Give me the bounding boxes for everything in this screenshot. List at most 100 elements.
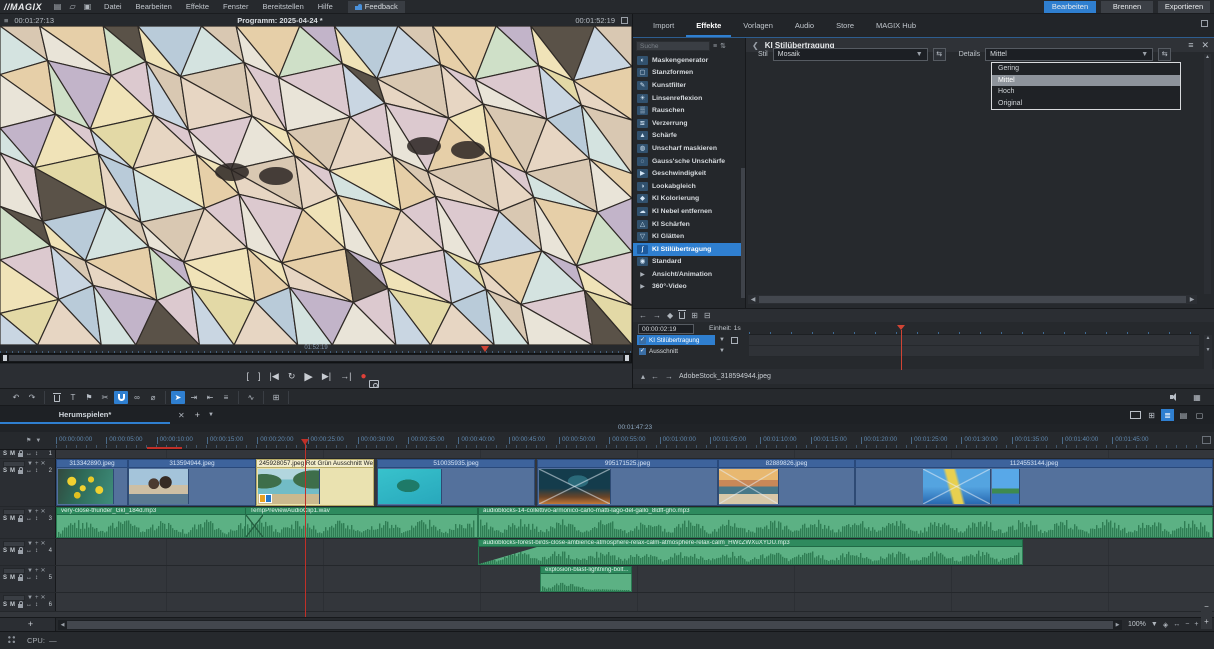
video-clip[interactable]: 313594944.jpeg <box>128 459 256 506</box>
scrub-track[interactable] <box>9 355 623 361</box>
mouse-mode-button[interactable]: ➤ <box>171 391 185 404</box>
range-end-handle[interactable] <box>625 355 629 361</box>
detail-vscrollbar[interactable] <box>1204 54 1211 294</box>
transport-loop-button[interactable]: ↻ <box>288 371 296 382</box>
tab-vorlagen[interactable]: Vorlagen <box>733 17 783 37</box>
edit-mode-button[interactable]: Bearbeiten <box>1044 1 1096 13</box>
lock-icon[interactable] <box>18 577 23 581</box>
video-clip[interactable]: 1124553144.jpeg <box>855 459 1213 506</box>
solo-button[interactable]: S <box>3 548 7 554</box>
timeline-view-button[interactable]: ≣ <box>1161 409 1174 421</box>
track-add-icon[interactable]: + <box>35 509 39 515</box>
effect-item-noise[interactable]: ▒Rauschen <box>633 104 745 117</box>
transport-play-button[interactable]: ▶ <box>304 370 312 383</box>
zoom-fit-icon[interactable]: ↔ <box>1173 621 1180 628</box>
video-clip[interactable]: 245928057.jpeg Rot Grün Ausschnitt We... <box>256 459 374 506</box>
monitor-view-button[interactable] <box>1129 409 1142 421</box>
keyframe-add-keyframe-button[interactable]: ◆ <box>667 311 673 320</box>
menu-item-datei[interactable]: Datei <box>97 0 129 14</box>
mouse-mode-stretch-button[interactable]: ⇤ <box>203 391 217 404</box>
audio-clip[interactable]: explosion-blast-lightning-bolt... <box>540 566 632 592</box>
stil-compare-button[interactable]: ⇆ <box>933 48 946 61</box>
menu-item-bearbeiten[interactable]: Bearbeiten <box>129 0 179 14</box>
burn-mode-button[interactable]: Brennen <box>1101 1 1153 13</box>
mouse-mode-range-button[interactable]: ⇥ <box>187 391 201 404</box>
param-caret-icon[interactable]: ▼ <box>719 348 725 354</box>
range-start-handle[interactable] <box>3 355 7 361</box>
transport-jump-start-button[interactable]: |◀ <box>270 371 279 382</box>
mute-button[interactable]: M <box>10 451 15 457</box>
tab-audio[interactable]: Audio <box>785 17 824 37</box>
expand-arrow-icon[interactable]: ▶ <box>637 283 648 290</box>
track-menu-caret-icon[interactable]: ▼ <box>27 509 33 515</box>
track-name-field[interactable] <box>3 595 25 601</box>
menu-item-effekte[interactable]: Effekte <box>179 0 216 14</box>
track-add-icon[interactable]: + <box>35 568 39 574</box>
track-content-2[interactable]: 313342890.jpeg313594944.jpeg245928057.jp… <box>56 459 1214 506</box>
dropdown-option-original[interactable]: Original <box>992 98 1180 110</box>
hscroll-thumb[interactable] <box>759 296 1186 303</box>
menu-item-fenster[interactable]: Fenster <box>216 0 255 14</box>
undock-preview-icon[interactable] <box>621 17 628 24</box>
effect-item-ai-sharpen[interactable]: △KI Schärfen <box>633 218 745 231</box>
resize-h-icon[interactable]: ↔ <box>26 575 32 581</box>
track-header-2[interactable]: ▼+✕SM↔↕2 <box>0 459 56 506</box>
track-content-1[interactable] <box>56 450 1214 458</box>
scroll-right-icon[interactable]: ▶ <box>1113 622 1122 628</box>
effects-list-scrollbar[interactable] <box>741 168 745 298</box>
multicam-view-button[interactable]: ▤ <box>1177 409 1190 421</box>
effect-item-art-filter[interactable]: ✎Kunstfilter <box>633 79 745 92</box>
delete-button[interactable] <box>50 391 64 404</box>
lock-icon[interactable] <box>18 470 23 474</box>
menu-item-bereitstellen[interactable]: Bereitstellen <box>255 0 310 14</box>
solo-button[interactable]: S <box>3 575 7 581</box>
audio-clip[interactable]: TempPreviewAudioClip1.wav <box>245 507 478 538</box>
object-grab-button[interactable]: ⊞ <box>269 391 283 404</box>
resize-h-icon[interactable]: ↔ <box>26 548 32 554</box>
keyframe-prev-keyframe-button[interactable]: ← <box>639 311 647 320</box>
zoom-in-icon[interactable]: + <box>1194 621 1198 628</box>
tab-import[interactable]: Import <box>643 17 684 37</box>
track-close-icon[interactable]: ✕ <box>40 540 45 547</box>
effect-item-gaussian-blur[interactable]: ◌Gauss'sche Unschärfe <box>633 155 745 168</box>
razor-button[interactable]: ✂ <box>98 391 112 404</box>
keyframe-param-2[interactable]: ✓Ausschnitt <box>637 346 715 356</box>
track-header-1[interactable]: SM↔↕1 <box>0 450 56 458</box>
track-name-field[interactable] <box>3 568 25 574</box>
effect-item-mask-generator[interactable]: ◐Maskengenerator <box>633 54 745 67</box>
marker-flag-icon[interactable]: ⚑ <box>26 437 31 444</box>
search-input[interactable] <box>636 41 710 51</box>
video-preview[interactable] <box>0 26 632 345</box>
track-close-icon[interactable]: ✕ <box>40 567 45 574</box>
transport-jump-end-button[interactable]: →| <box>340 371 351 381</box>
hscroll-thumb[interactable] <box>67 621 1113 629</box>
param-caret-icon[interactable]: ▼ <box>719 337 725 343</box>
resize-v-icon[interactable]: ↕ <box>35 575 38 581</box>
resize-v-icon[interactable]: ↕ <box>35 451 38 457</box>
video-clip[interactable]: 995171525.jpeg <box>537 459 718 506</box>
effect-item-ai-dehaze[interactable]: ☁KI Nebel entfernen <box>633 205 745 218</box>
track-header-3[interactable]: ▼+✕SM↔↕3 <box>0 507 56 538</box>
timeline-ruler[interactable]: ⚑ ▼ 00:00:00:0000:00:05:0000:00:10:0000:… <box>0 432 1214 450</box>
effect-item-ai-colorize[interactable]: ◆KI Kolorierung <box>633 193 745 206</box>
ungroup-button[interactable]: ⌀ <box>146 391 160 404</box>
track-content-5[interactable]: explosion-blast-lightning-bolt... <box>56 566 1214 592</box>
new-project-icon[interactable]: ▤ <box>52 1 63 12</box>
audio-clip[interactable]: audioblocks-forest-birds-close-ambience-… <box>478 539 1023 565</box>
solo-button[interactable]: S <box>3 468 7 474</box>
detail-hscrollbar[interactable]: ◀ ▶ <box>748 295 1197 304</box>
video-clip[interactable]: 510035935.jpeg <box>377 459 535 506</box>
export-mode-button[interactable]: Exportieren <box>1158 1 1210 13</box>
solo-button[interactable]: S <box>3 451 7 457</box>
undo-button[interactable]: ↶ <box>9 391 23 404</box>
timeline-playhead[interactable] <box>305 444 306 617</box>
resize-h-icon[interactable]: ↔ <box>26 468 32 474</box>
keyframe-lane[interactable] <box>749 335 1199 346</box>
track-close-icon[interactable]: ✕ <box>40 508 45 515</box>
solo-button[interactable]: S <box>3 516 7 522</box>
timeline-hscrollbar[interactable]: ◀ ▶ <box>58 620 1122 630</box>
feedback-button[interactable]: Feedback <box>348 1 405 13</box>
keyframe-paste-keyframe-button[interactable]: ⊟ <box>704 311 711 320</box>
stil-select[interactable]: Mosaik ▼ <box>773 48 928 61</box>
track-zoom-out-button[interactable]: − <box>1201 600 1212 614</box>
